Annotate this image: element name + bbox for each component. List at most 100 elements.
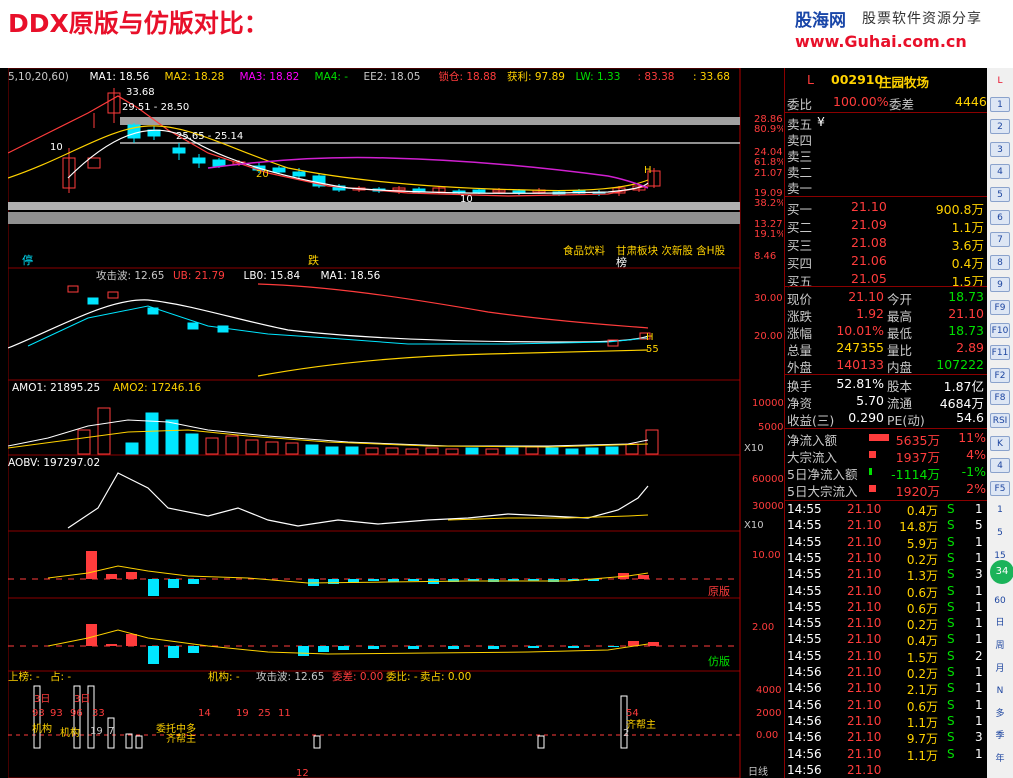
bid-volume: 900.8万 xyxy=(935,202,984,217)
chart-canvas[interactable]: 5,10,20,60) MA1: 18.56 MA2: 18.28 MA3: 18.8… xyxy=(8,68,783,778)
tick-time: 14:56 xyxy=(787,697,822,712)
weibi-label: 委比 xyxy=(787,97,813,112)
toolbar-button[interactable]: 2 xyxy=(990,119,1010,135)
ddx-imitation-bar xyxy=(488,646,499,649)
toolbar-button[interactable]: 4 xyxy=(990,164,1010,180)
main-indicator-label: 5,10,20,60) xyxy=(8,71,69,83)
flow-percent: -1% xyxy=(961,464,986,479)
chart-area[interactable]: 5,10,20,60) MA1: 18.56 MA2: 18.28 MA3: 18.8… xyxy=(8,68,783,778)
toolbar-button[interactable]: F11 xyxy=(990,345,1010,361)
tick-volume: 0.2万 xyxy=(906,667,938,681)
capital-flow-row: 净流入额 5635万 11% xyxy=(785,430,988,448)
fundamental-value: 52.81% xyxy=(836,376,884,391)
toolbar-button[interactable]: F9 xyxy=(990,300,1010,315)
bottom-annotation: 19 xyxy=(90,726,103,737)
amo-indicator-label: AMO1: 21895.25 xyxy=(12,382,100,394)
tick-row: 14:56 21.10 xyxy=(785,763,988,778)
toolbar-button[interactable]: 5 xyxy=(990,526,1010,541)
toolbar-button[interactable]: 周 xyxy=(990,639,1010,654)
panel2-indicator-label: UB: 21.79 xyxy=(173,270,225,282)
ask-row: 卖二 xyxy=(785,162,988,180)
toolbar-button[interactable]: K xyxy=(990,435,1010,451)
toolbar-button[interactable]: 季 xyxy=(990,729,1010,744)
obv-line xyxy=(67,472,649,529)
toolbar-button[interactable]: F8 xyxy=(990,390,1010,406)
tick-time: 14:55 xyxy=(787,648,822,663)
tick-time: 14:55 xyxy=(787,583,822,598)
toolbar-button[interactable]: 9 xyxy=(990,277,1010,293)
ddx-imitation-bar xyxy=(126,634,137,646)
toolbar-button[interactable]: 4 xyxy=(990,458,1010,474)
ddx-original-label: 原版 xyxy=(708,584,730,598)
tick-time: 14:56 xyxy=(787,681,822,696)
fundamental-row: 收益(三) 0.290 PE(动) 54.6 xyxy=(785,410,988,428)
toolbar-button[interactable]: 1 xyxy=(990,503,1010,518)
tick-volume: 1.5万 xyxy=(906,650,938,665)
tick-price: 21.10 xyxy=(847,583,882,598)
ddx-original-bar xyxy=(328,579,339,584)
divider xyxy=(785,286,988,287)
toolbar-button[interactable]: 7 xyxy=(990,232,1010,248)
fundamental-label: PE(动) xyxy=(887,413,925,428)
obv-unit-label: X10 xyxy=(744,520,764,531)
tick-price: 21.10 xyxy=(847,648,882,663)
tick-time: 14:56 xyxy=(787,730,822,745)
stat-value: 21.10 xyxy=(948,306,984,321)
ddx-original-bar xyxy=(126,572,137,579)
tick-row: 14:56 21.10 9.7万 S 3 xyxy=(785,730,988,746)
main-indicator-label: MA4: - xyxy=(315,71,349,83)
tag-down: 跌 xyxy=(308,253,319,267)
ddx-original-bar xyxy=(86,551,97,579)
ddx-imitation-bar xyxy=(448,646,459,649)
panel-frame xyxy=(8,597,741,672)
tick-time: 14:56 xyxy=(787,746,822,761)
toolbar-button[interactable]: 60 xyxy=(990,594,1010,609)
tick-volume: 0.2万 xyxy=(906,618,938,633)
toolbar-button[interactable]: 1 xyxy=(990,96,1010,112)
tick-count: 1 xyxy=(975,550,983,565)
toolbar-button[interactable]: 月 xyxy=(990,662,1010,677)
price-annotation: 25.65 - 25.14 xyxy=(176,131,243,142)
concept-label: 甘肃板块 次新股 含H股 xyxy=(616,244,726,257)
stat-value: 247355 xyxy=(836,340,884,355)
stock-prefix: L xyxy=(807,72,814,87)
notification-badge[interactable]: 34 xyxy=(990,560,1013,584)
tag-board: 榜 xyxy=(616,255,627,269)
toolbar-button[interactable]: 6 xyxy=(990,209,1010,225)
toolbar-button[interactable]: F2 xyxy=(990,367,1010,383)
toolbar-button[interactable]: N xyxy=(990,684,1010,699)
bid-volume: 3.6万 xyxy=(951,238,984,253)
bid-label: 买四 xyxy=(787,256,813,271)
bid-price: 21.06 xyxy=(851,253,887,268)
toolbar-button[interactable]: 日 xyxy=(990,616,1010,631)
bid-price: 21.05 xyxy=(851,271,887,286)
toolbar-button[interactable]: 多 xyxy=(990,707,1010,722)
main-indicator-label: 获利: 97.89 xyxy=(507,71,565,83)
toolbar-button[interactable]: 5 xyxy=(990,187,1010,202)
toolbar-button[interactable]: 3 xyxy=(990,141,1010,157)
toolbar-button[interactable]: 年 xyxy=(990,752,1010,767)
ddx-imitation-bar xyxy=(648,642,659,646)
toolbar-button[interactable]: F5 xyxy=(990,480,1010,496)
bollinger-upper xyxy=(257,283,649,329)
ddx-imitation-bar xyxy=(408,646,419,649)
mini-candle xyxy=(217,325,229,333)
tick-price: 21.10 xyxy=(847,616,882,631)
tick-volume: 0.6万 xyxy=(906,585,938,600)
tick-side: S xyxy=(947,518,955,533)
ddx-imitation-bar xyxy=(298,646,309,656)
main-indicator-label: : 83.38 xyxy=(638,71,675,83)
bottom-indicator-label: 卖占: 0.00 xyxy=(420,670,471,683)
bid-row: 买一 21.10 900.8万 xyxy=(785,199,988,217)
toolbar-button[interactable]: F10 xyxy=(990,322,1010,338)
bottom-annotation: 93 xyxy=(32,708,45,719)
obv-axis-label: 60000 xyxy=(752,474,783,485)
toolbar-button[interactable]: RSI xyxy=(990,413,1010,428)
stat-row: 外盘 140133 内盘 107222 xyxy=(785,357,988,375)
amo-bar xyxy=(385,447,399,455)
brand-url: www.Guhai.com.cn xyxy=(795,32,967,51)
toolbar-button[interactable]: L xyxy=(990,74,1010,89)
bottom-indicator-label: 委比: - xyxy=(386,670,418,683)
fundamental-value: 5.70 xyxy=(856,393,884,408)
toolbar-button[interactable]: 8 xyxy=(990,254,1010,270)
